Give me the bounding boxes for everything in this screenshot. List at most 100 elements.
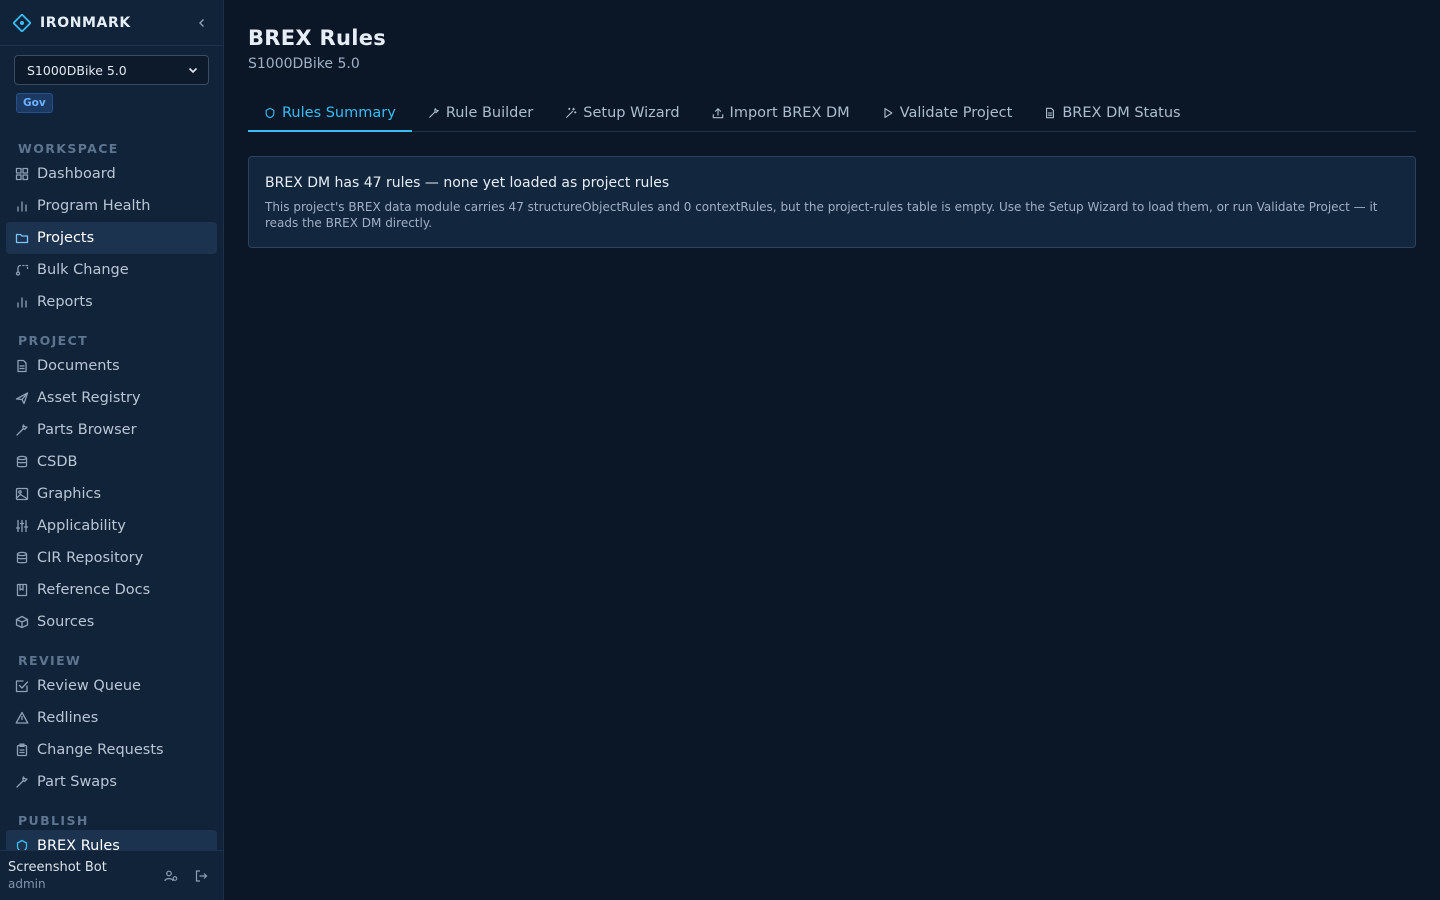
logout-icon xyxy=(195,869,208,882)
sidebar-item-label: CIR Repository xyxy=(37,550,144,566)
sidebar-item-label: Reports xyxy=(37,294,93,310)
sidebar-item-reference-docs[interactable]: Reference Docs xyxy=(6,574,217,606)
bar-chart-icon xyxy=(14,295,29,310)
tab-import-brex-dm[interactable]: Import BREX DM xyxy=(696,96,866,132)
sidebar-item-label: Applicability xyxy=(37,518,126,534)
tab-brex-dm-status[interactable]: BREX DM Status xyxy=(1028,96,1196,132)
sidebar-item-reports[interactable]: Reports xyxy=(6,286,217,318)
collapse-sidebar-button[interactable] xyxy=(193,14,211,32)
sidebar-item-label: Dashboard xyxy=(37,166,116,182)
project-select-value: S1000DBike 5.0 xyxy=(27,62,127,78)
sidebar-item-parts-browser[interactable]: Parts Browser xyxy=(6,414,217,446)
sidebar-item-label: Change Requests xyxy=(37,742,164,758)
shield-icon xyxy=(14,839,29,850)
sidebar-item-projects[interactable]: Projects xyxy=(6,222,217,254)
sidebar-item-label: Graphics xyxy=(37,486,102,502)
sidebar-item-change-requests[interactable]: Change Requests xyxy=(6,734,217,766)
sidebar-item-graphics[interactable]: Graphics xyxy=(6,478,217,510)
logout-button[interactable] xyxy=(193,868,209,884)
book-icon xyxy=(14,583,29,598)
sidebar-item-brex-rules[interactable]: BREX Rules xyxy=(6,830,217,850)
section-label-project: PROJECT xyxy=(18,333,89,348)
sidebar-item-applicability[interactable]: Applicability xyxy=(6,510,217,542)
sidebar-item-documents[interactable]: Documents xyxy=(6,350,217,382)
tab-validate-project[interactable]: Validate Project xyxy=(866,96,1029,132)
sidebar-item-label: Reference Docs xyxy=(37,582,151,598)
database-icon xyxy=(14,551,29,566)
tab-label: Rule Builder xyxy=(445,105,534,121)
tab-rules-summary[interactable]: Rules Summary xyxy=(248,96,412,132)
sidebar-item-label: Redlines xyxy=(37,710,99,726)
tab-label: Import BREX DM xyxy=(729,105,850,121)
sidebar-nav: WORKSPACE Dashboard Program Health Projects… xyxy=(0,126,223,850)
sidebar-item-label: Part Swaps xyxy=(37,774,117,790)
tab-label: BREX DM Status xyxy=(1062,105,1181,121)
check-square-icon xyxy=(14,679,29,694)
sidebar-item-part-swaps[interactable]: Part Swaps xyxy=(6,766,217,798)
chevron-down-icon xyxy=(188,65,198,75)
tab-label: Validate Project xyxy=(899,105,1013,121)
section-label-workspace: WORKSPACE xyxy=(18,141,119,156)
sidebar-item-label: Review Queue xyxy=(37,678,141,694)
sliders-icon xyxy=(14,519,29,534)
sidebar-item-csdb[interactable]: CSDB xyxy=(6,446,217,478)
user-switch-icon xyxy=(164,870,178,881)
tab-rule-builder[interactable]: Rule Builder xyxy=(412,96,549,132)
grid-icon xyxy=(14,167,29,182)
tab-bar: Rules Summary Rule Builder Setup Wizard Imp… xyxy=(248,96,1416,132)
tab-label: Setup Wizard xyxy=(583,105,680,121)
wrench-icon xyxy=(14,775,29,790)
section-label-review: REVIEW xyxy=(18,653,82,668)
chevron-left-icon xyxy=(199,18,204,27)
sidebar-item-program-health[interactable]: Program Health xyxy=(6,190,217,222)
upload-icon xyxy=(712,107,724,119)
brand-name: IRONMARK xyxy=(40,14,131,31)
sidebar-item-label: Program Health xyxy=(37,198,151,214)
sidebar: IRONMARK S1000DBike 5.0 Gov WORKSPACE Das… xyxy=(0,0,224,900)
user-role: admin xyxy=(8,877,46,891)
sidebar-item-sources[interactable]: Sources xyxy=(6,606,217,638)
warning-icon xyxy=(14,711,29,726)
database-icon xyxy=(14,455,29,470)
sidebar-item-cir-repository[interactable]: CIR Repository xyxy=(6,542,217,574)
plane-icon xyxy=(14,391,29,406)
sidebar-item-bulk-change[interactable]: Bulk Change xyxy=(6,254,217,286)
wand-icon xyxy=(565,107,577,119)
sidebar-item-label: Documents xyxy=(37,358,120,374)
sidebar-item-label: Sources xyxy=(37,614,95,630)
document-icon xyxy=(1044,107,1056,119)
gov-badge: Gov xyxy=(16,93,53,113)
brex-notice: BREX DM has 47 rules — none yet loaded a… xyxy=(248,156,1416,248)
section-label-publish: PUBLISH xyxy=(18,813,89,828)
user-name: Screenshot Bot xyxy=(8,860,107,875)
sidebar-item-label: BREX Rules xyxy=(37,838,120,850)
image-icon xyxy=(14,487,29,502)
folder-icon xyxy=(14,231,29,246)
page-subtitle: S1000DBike 5.0 xyxy=(248,56,360,72)
switch-user-button[interactable] xyxy=(163,868,179,884)
sidebar-item-label: Parts Browser xyxy=(37,422,137,438)
sidebar-item-dashboard[interactable]: Dashboard xyxy=(6,158,217,190)
tab-setup-wizard[interactable]: Setup Wizard xyxy=(549,96,695,132)
sidebar-item-asset-registry[interactable]: Asset Registry xyxy=(6,382,217,414)
user-footer: Screenshot Bot admin xyxy=(0,850,223,900)
main-content: BREX Rules S1000DBike 5.0 Rules Summary R… xyxy=(224,0,1440,900)
wrench-icon xyxy=(14,423,29,438)
sidebar-item-label: Projects xyxy=(37,230,95,246)
ironmark-logo-icon xyxy=(12,13,32,33)
play-icon xyxy=(882,107,894,119)
shield-icon xyxy=(264,107,276,119)
notice-body: This project's BREX data module carries … xyxy=(265,200,1378,230)
bar-chart-icon xyxy=(14,199,29,214)
wrench-icon xyxy=(428,107,440,119)
brand-header: IRONMARK xyxy=(0,0,223,46)
clipboard-icon xyxy=(14,743,29,758)
package-icon xyxy=(14,615,29,630)
sidebar-item-label: Asset Registry xyxy=(37,390,141,406)
sidebar-item-label: Bulk Change xyxy=(37,262,129,278)
document-icon xyxy=(14,359,29,374)
page-title: BREX Rules xyxy=(248,26,387,50)
sidebar-item-redlines[interactable]: Redlines xyxy=(6,702,217,734)
sidebar-item-review-queue[interactable]: Review Queue xyxy=(6,670,217,702)
project-select[interactable]: S1000DBike 5.0 xyxy=(14,55,209,85)
